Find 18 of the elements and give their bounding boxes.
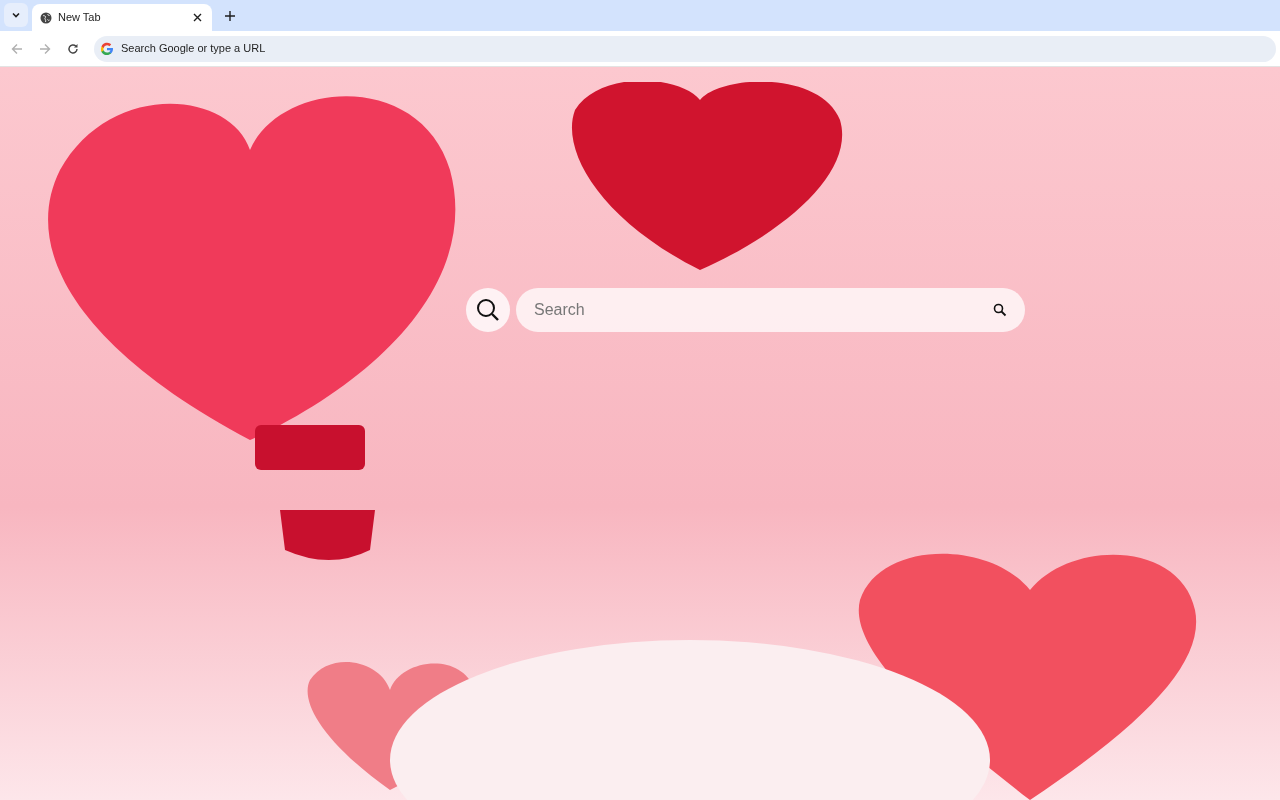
close-icon (192, 13, 202, 22)
search-icon (993, 303, 1007, 317)
chevron-down-icon (11, 10, 21, 20)
search-icon (475, 297, 501, 323)
search-engine-button[interactable] (466, 288, 510, 332)
tab-search-button[interactable] (4, 3, 28, 27)
reload-icon (67, 42, 79, 55)
browser-tab[interactable]: New Tab (32, 4, 212, 31)
tab-title: New Tab (58, 10, 102, 26)
forward-arrow-icon (39, 42, 51, 55)
address-input[interactable]: Search Google or type a URL (121, 40, 1276, 57)
plus-icon (224, 10, 236, 22)
search-input[interactable]: Search (534, 298, 993, 322)
search-field[interactable]: Search (516, 288, 1025, 332)
address-bar[interactable]: Search Google or type a URL (94, 35, 1276, 62)
globe-icon (40, 11, 52, 24)
google-icon (100, 41, 114, 56)
back-arrow-icon (11, 42, 23, 55)
